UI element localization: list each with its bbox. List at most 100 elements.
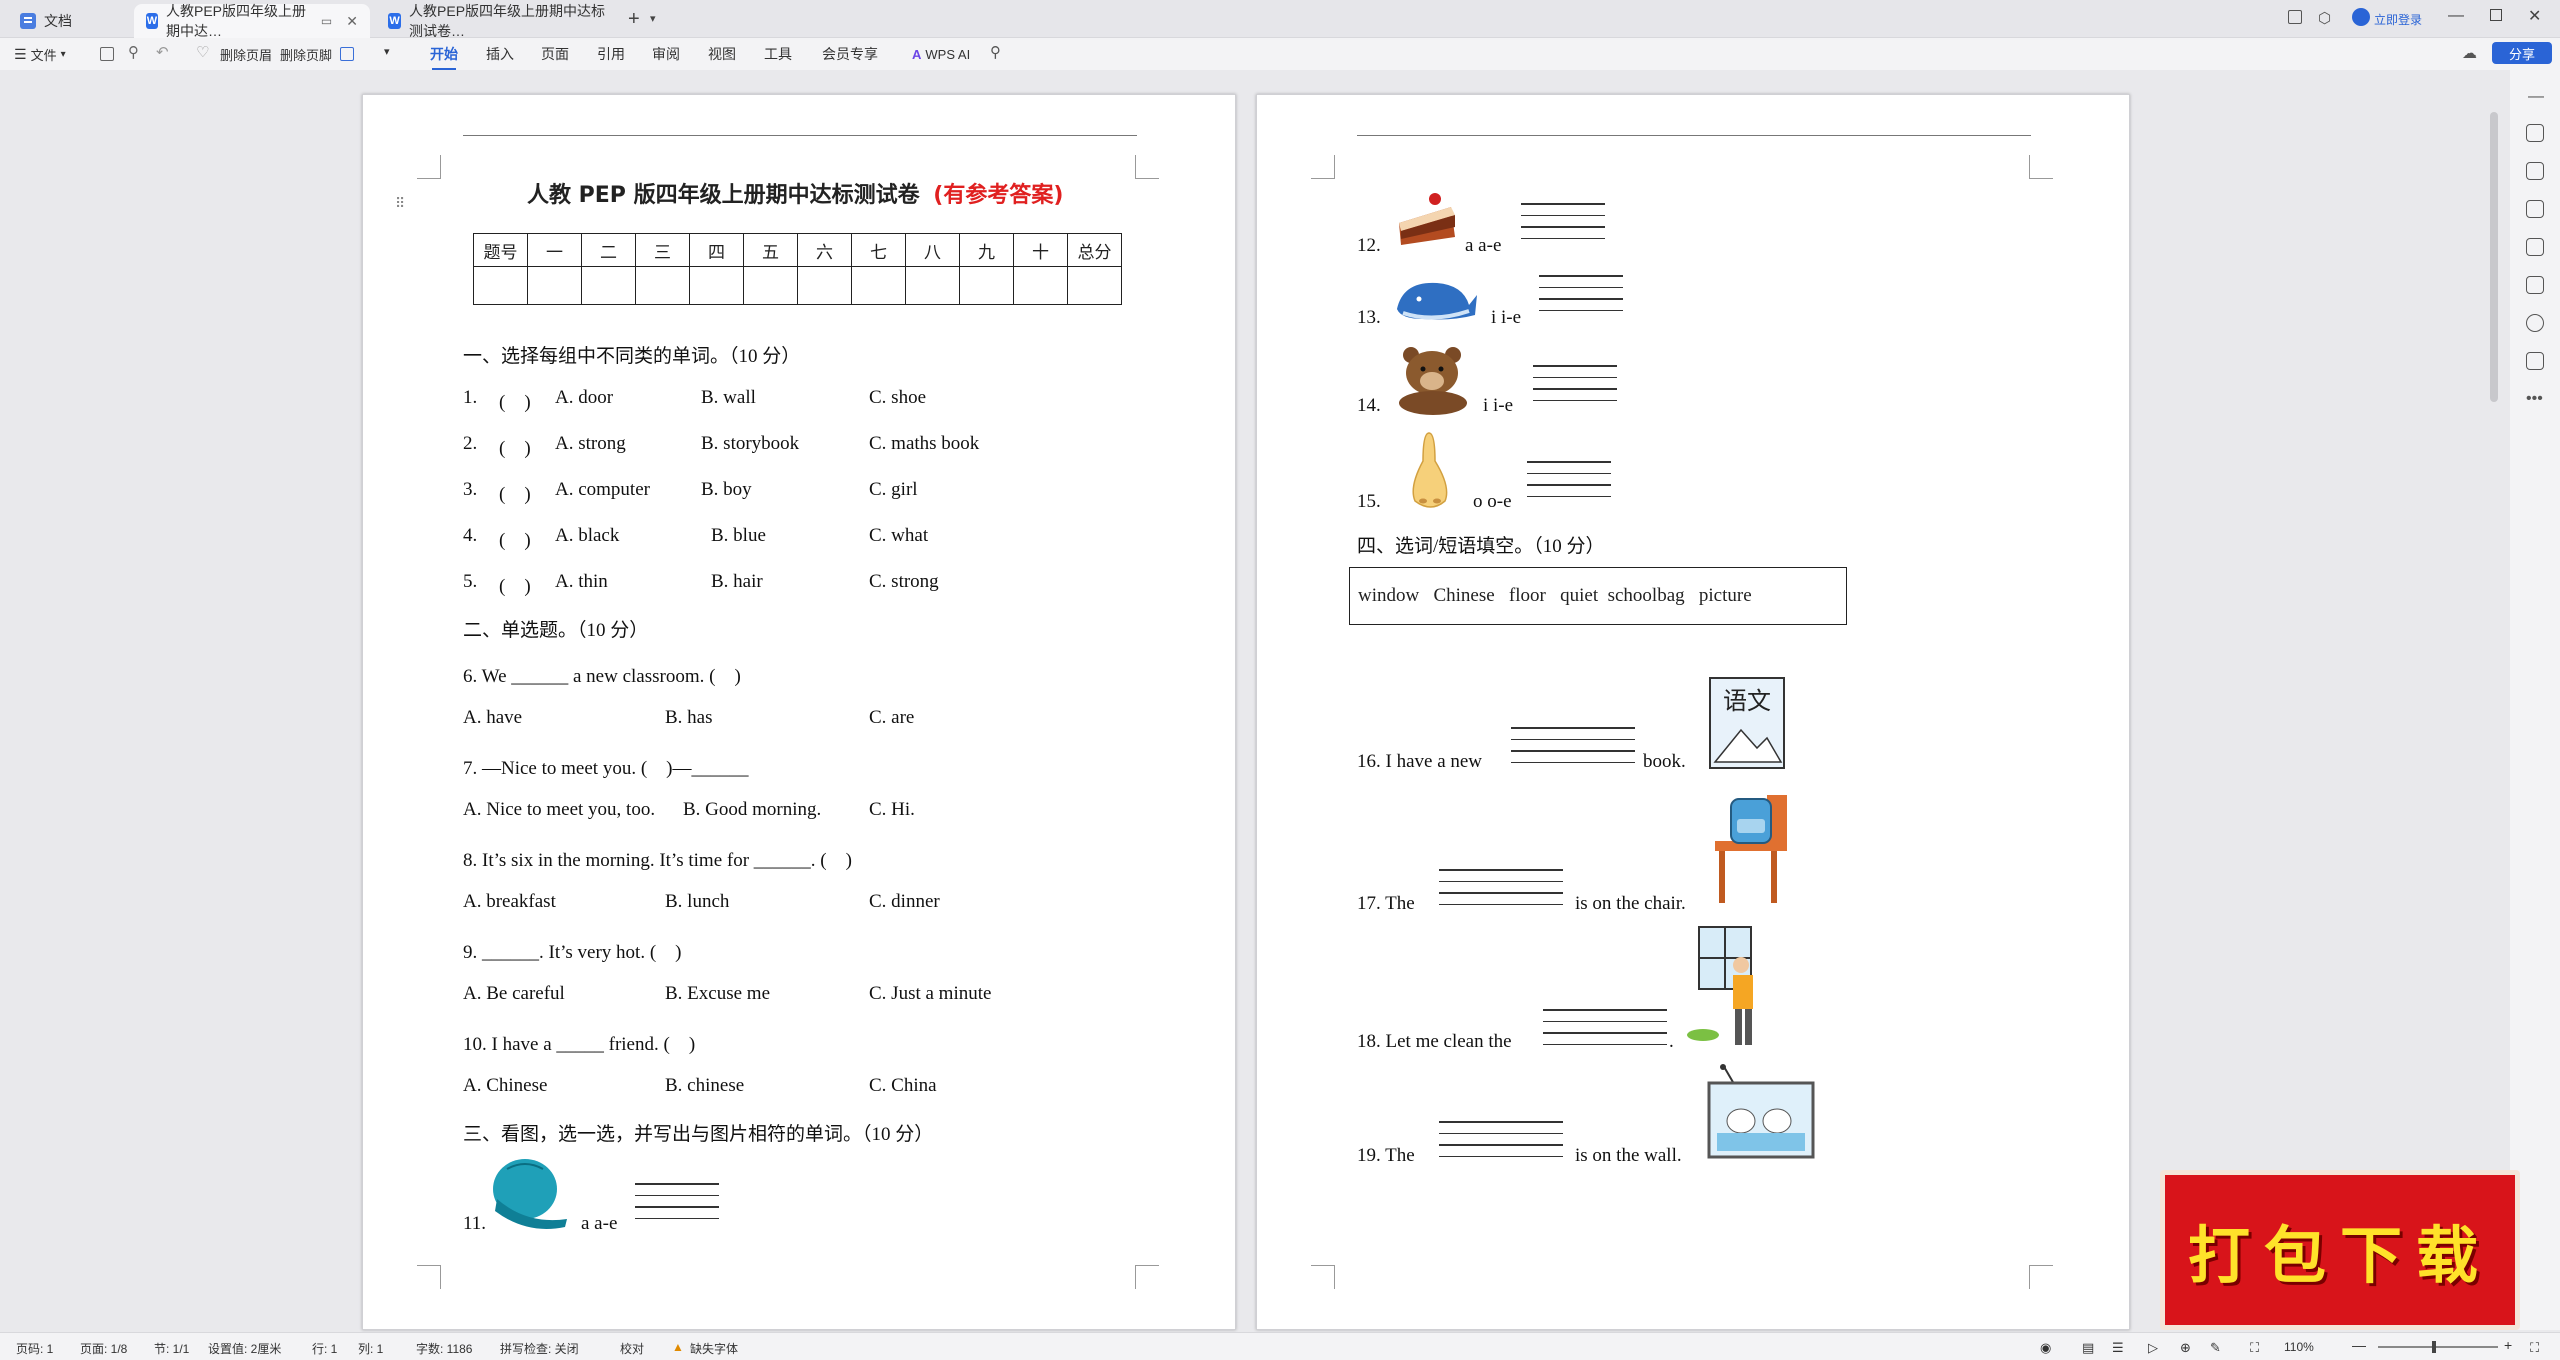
window-layout-icon[interactable] — [2288, 10, 2302, 24]
save-icon[interactable] — [100, 47, 114, 61]
menu-insert[interactable]: 插入 — [486, 44, 514, 64]
select-icon[interactable] — [2526, 162, 2544, 180]
wps-ai-button[interactable]: A WPS AI — [912, 44, 970, 64]
q9-stem: 9. ______. It’s very hot. ( ) — [463, 942, 682, 963]
file-menu[interactable]: ☰ 文件 ▾ — [14, 44, 66, 64]
help-icon[interactable] — [2526, 314, 2544, 332]
new-tab-icon[interactable]: + — [628, 8, 640, 31]
collapse-icon[interactable]: — — [2528, 88, 2544, 106]
undo-icon[interactable]: ↶ — [156, 43, 169, 61]
zoom-level[interactable]: 110% — [2284, 1340, 2314, 1354]
page-view-icon[interactable]: ▤ — [2082, 1340, 2094, 1356]
q3-blank[interactable]: ( ) — [499, 479, 531, 506]
more-icon[interactable]: ••• — [2526, 390, 2543, 408]
status-setting[interactable]: 设置值: 2厘米 — [208, 1340, 281, 1357]
score-cell[interactable] — [1013, 266, 1068, 305]
q14-writing-lines[interactable] — [1533, 365, 1617, 411]
pen-icon[interactable] — [2526, 124, 2544, 142]
cube-icon[interactable]: ⬡ — [2318, 9, 2331, 27]
zoom-slider[interactable] — [2378, 1346, 2498, 1348]
adjust-icon[interactable] — [2526, 200, 2544, 218]
status-row: 行: 1 — [312, 1342, 338, 1356]
close-icon[interactable]: ✕ — [346, 13, 358, 30]
score-cell[interactable] — [743, 266, 798, 305]
tab-docs[interactable]: 文档 — [8, 4, 132, 38]
menu-member[interactable]: 会员专享 — [822, 44, 878, 64]
status-spell[interactable]: 拼写检查: 关闭 — [500, 1340, 579, 1357]
q5-blank[interactable]: ( ) — [499, 571, 531, 598]
score-cell[interactable] — [689, 266, 744, 305]
chevron-down-icon[interactable]: ▾ — [650, 12, 656, 25]
score-cell[interactable] — [797, 266, 852, 305]
zoom-slider-thumb[interactable] — [2432, 1341, 2436, 1353]
q15-writing-lines[interactable] — [1527, 461, 1611, 507]
tab-document-1[interactable]: W 人教PEP版四年级上册期中达… ▭ ✕ — [134, 3, 370, 39]
fit-icon[interactable]: ⛶ — [2250, 1340, 2259, 1356]
image-icon[interactable] — [340, 47, 354, 61]
score-cell[interactable] — [473, 266, 528, 305]
delete-header-button[interactable]: 删除页眉 — [220, 44, 272, 64]
q3-number: 3. — [463, 479, 478, 500]
pen-mode-icon[interactable]: ✎ — [2210, 1340, 2221, 1356]
redo-icon[interactable]: ♡ — [196, 43, 209, 61]
q19-writing-lines[interactable] — [1439, 1121, 1563, 1167]
menu-reference[interactable]: 引用 — [597, 44, 625, 64]
status-words[interactable]: 字数: 1186 — [416, 1340, 472, 1357]
q4-blank[interactable]: ( ) — [499, 525, 531, 552]
tools-icon[interactable] — [2526, 276, 2544, 294]
section-1-heading: 一、选择每组中不同类的单词。（10 分） — [463, 346, 801, 367]
cloud-icon[interactable]: ☁ — [2462, 44, 2477, 62]
avatar[interactable] — [2352, 8, 2370, 26]
q18-writing-lines[interactable] — [1543, 1009, 1667, 1055]
score-cell[interactable] — [851, 266, 906, 305]
status-proof[interactable]: 校对 — [620, 1340, 644, 1357]
menu-page[interactable]: 页面 — [541, 44, 569, 64]
q18-end: . — [1669, 1031, 1674, 1052]
vertical-scrollbar[interactable] — [2490, 112, 2498, 402]
q2-blank[interactable]: ( ) — [499, 433, 531, 460]
score-cell[interactable] — [581, 266, 636, 305]
zoom-in-icon[interactable]: + — [2504, 1337, 2512, 1353]
status-font-missing[interactable]: 缺失字体 — [690, 1340, 738, 1357]
menu-tools[interactable]: 工具 — [764, 44, 792, 64]
maximize-icon[interactable] — [2490, 9, 2502, 21]
delete-footer-button[interactable]: 删除页脚 — [280, 44, 332, 64]
eye-icon[interactable]: ◉ — [2040, 1340, 2051, 1356]
tab-document-2[interactable]: W 人教PEP版四年级上册期中达标测试卷… — [376, 3, 626, 39]
q15-options: o o-e — [1473, 491, 1512, 512]
menu-view[interactable]: 视图 — [708, 44, 736, 64]
fullscreen-icon[interactable]: ⛶ — [2530, 1340, 2539, 1356]
menu-review[interactable]: 审阅 — [652, 44, 680, 64]
score-cell[interactable] — [635, 266, 690, 305]
header-line — [1357, 135, 2031, 136]
play-icon[interactable]: ▷ — [2148, 1340, 2158, 1356]
share-button[interactable]: 分享 — [2492, 42, 2552, 64]
score-cell[interactable] — [1067, 266, 1122, 305]
score-cell[interactable] — [959, 266, 1014, 305]
menu-start[interactable]: 开始 — [430, 44, 458, 70]
image-tool-icon[interactable] — [2526, 238, 2544, 256]
search-icon[interactable]: ⚲ — [990, 43, 1001, 61]
outline-icon[interactable]: ☰ — [2112, 1340, 2124, 1356]
zoom-out-icon[interactable]: — — [2352, 1337, 2366, 1353]
web-icon[interactable]: ⊕ — [2180, 1340, 2191, 1356]
chevron-down-icon[interactable]: ▾ — [384, 45, 390, 58]
search-replace-icon[interactable]: ⚲ — [128, 43, 139, 61]
minimize-icon[interactable]: — — [2448, 7, 2464, 25]
q17-end: is on the chair. — [1575, 893, 1686, 914]
q12-writing-lines[interactable] — [1521, 203, 1605, 249]
q17-writing-lines[interactable] — [1439, 869, 1563, 915]
login-link[interactable]: 立即登录 — [2374, 11, 2422, 28]
q1-blank[interactable]: ( ) — [499, 387, 531, 414]
doc-title[interactable]: 人教 PEP 版四年级上册期中达标测试卷 (有参考答案) — [527, 177, 1063, 209]
drag-handle-icon[interactable]: ⠿ — [395, 195, 405, 212]
q13-writing-lines[interactable] — [1539, 275, 1623, 321]
score-cell[interactable] — [905, 266, 960, 305]
score-cell[interactable] — [527, 266, 582, 305]
download-banner[interactable]: 打包下载 — [2160, 1170, 2520, 1330]
close-window-icon[interactable]: ✕ — [2528, 6, 2541, 26]
q16-writing-lines[interactable] — [1511, 727, 1635, 773]
share-doc-icon[interactable] — [2526, 352, 2544, 370]
q7-stem: 7. —Nice to meet you. ( )—______ — [463, 758, 749, 779]
q11-writing-lines[interactable] — [635, 1183, 719, 1229]
